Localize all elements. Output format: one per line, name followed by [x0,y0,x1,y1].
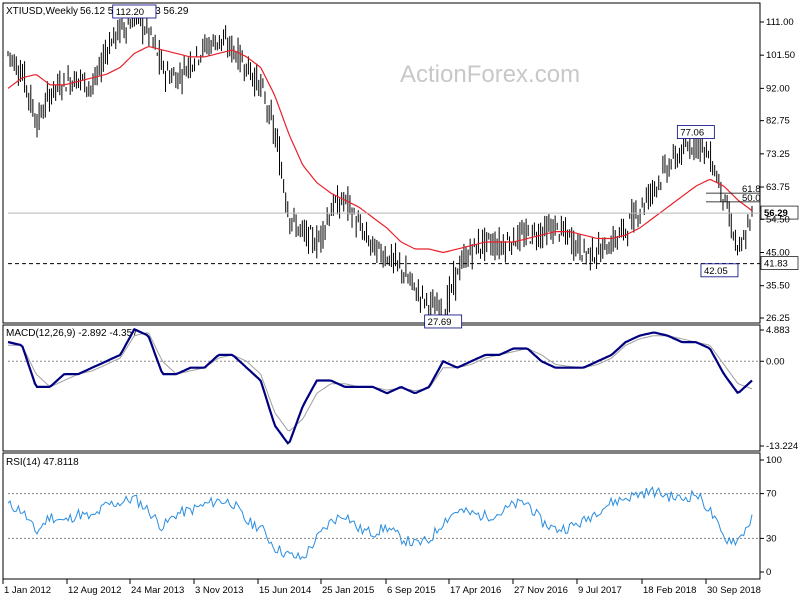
price-y-tick-label: 82.75 [766,116,790,127]
annotation-label: 27.69 [428,317,452,328]
x-tick-label: 9 Jul 2017 [578,585,622,596]
macd-signal-line [8,332,753,432]
price-y-tick-label: 54.50 [766,214,790,225]
price-header-symbol: XTIUSD,Weekly [6,6,78,17]
x-tick-label: 15 Jun 2014 [259,585,311,596]
price-panel [2,2,761,324]
annotation-label: 42.05 [704,266,728,277]
watermark: ActionForex.com [400,61,580,88]
price-y-tick-label: 111.00 [766,17,794,28]
macd-y-tick-label: 0.00 [766,356,785,367]
macd-line [7,327,753,445]
x-tick-label: 17 Apr 2016 [450,585,501,596]
annotation-label: 112.20 [116,7,144,18]
price-y-tick-label: 63.75 [766,182,790,193]
price-y-tick-label: 101.50 [766,50,795,61]
rsi-panel [2,452,761,580]
price-y-tick-label: 35.50 [766,281,790,292]
rsi-y-tick-label: 30 [766,533,777,544]
x-tick-label: 18 Feb 2018 [643,585,696,596]
rsi-y-tick-label: 70 [766,489,777,500]
price-y-tick-label: 92.00 [766,83,790,94]
x-tick-label: 6 Sep 2015 [387,585,436,596]
macd-header: MACD(12,26,9) -2.892 -4.357 [6,328,138,339]
level-label: 41.83 [764,259,788,270]
x-tick-label: 27 Nov 2016 [514,585,568,596]
price-y-tick-label: 26.25 [766,313,790,324]
fib-label: 50.0 [742,193,761,204]
price-y-tick-label: 45.00 [766,248,790,259]
macd-panel [2,324,761,452]
macd-y-tick-label: -13.224 [766,441,798,452]
annotation-label: 77.06 [680,128,704,139]
x-tick-label: 3 Nov 2013 [195,585,244,596]
rsi-y-tick-label: 0 [766,567,771,578]
x-tick-label: 30 Sep 2018 [707,585,761,596]
rsi-header: RSI(14) 47.8118 [6,457,79,468]
rsi-y-tick-label: 100 [766,455,782,466]
x-tick-label: 1 Jan 2012 [4,585,51,596]
chart-canvas: ActionForex.com XTIUSD,Weekly 56.12 56.6… [2,2,799,596]
rsi-line [7,486,753,561]
x-tick-label: 12 Aug 2012 [68,585,121,596]
x-tick-label: 24 Mar 2013 [131,585,184,596]
price-y-tick-label: 73.25 [766,149,790,160]
macd-y-tick-label: 4.883 [766,325,790,336]
x-tick-label: 25 Jan 2015 [322,585,374,596]
